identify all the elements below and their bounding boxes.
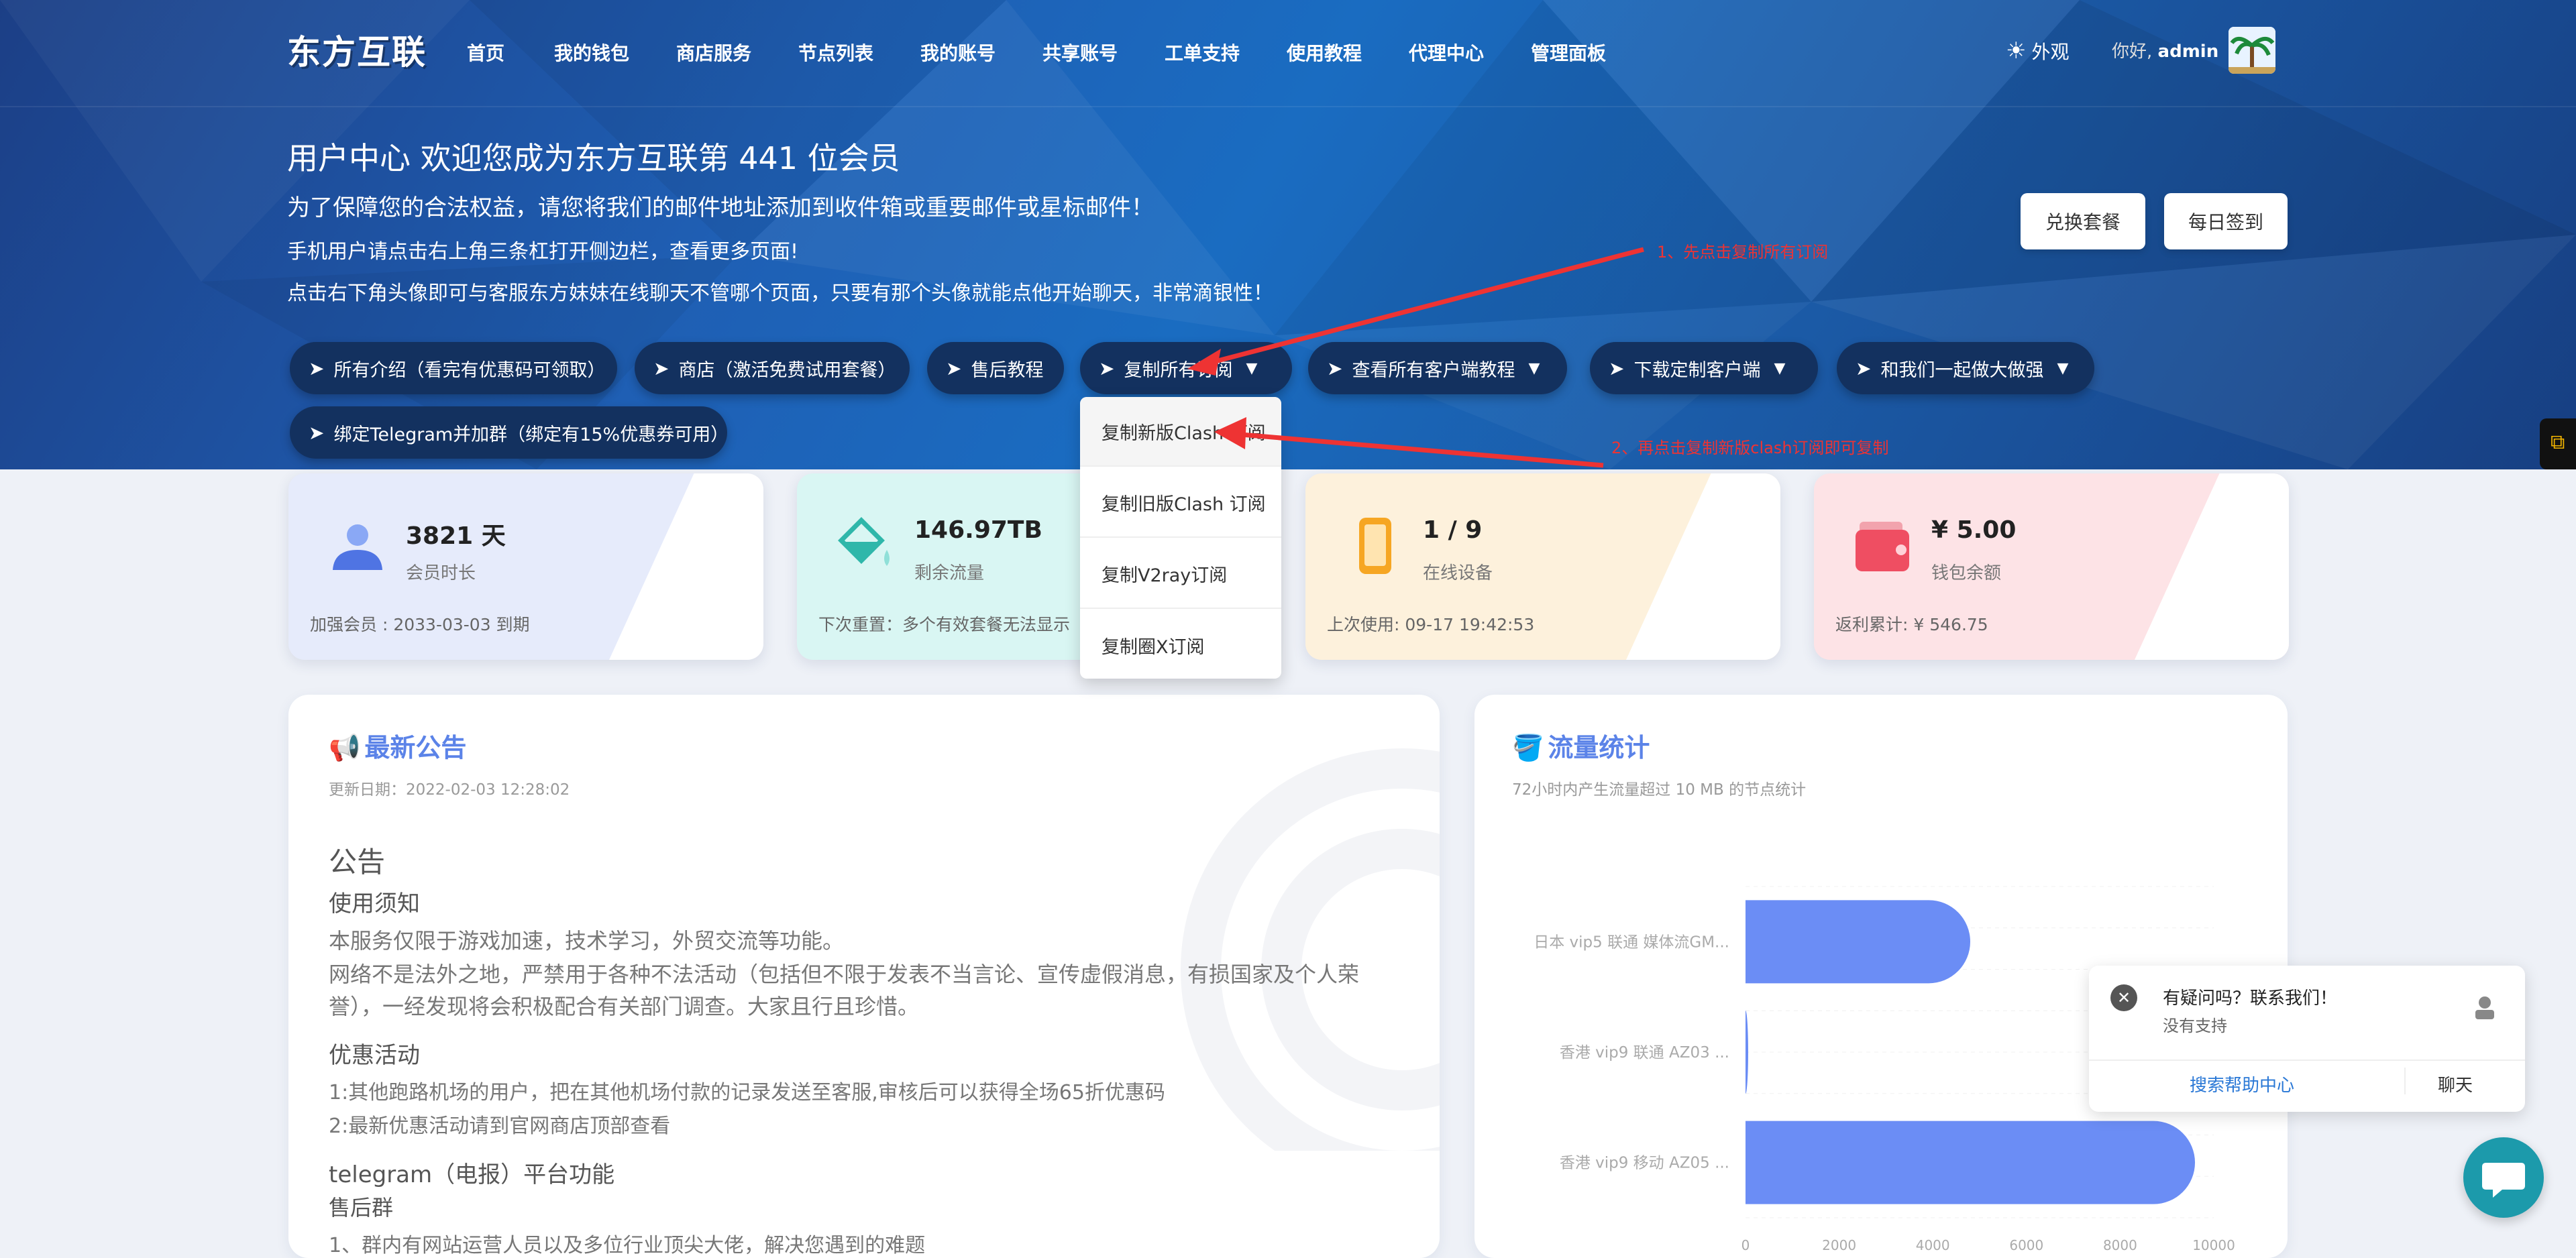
promo-line-2: 2:最新优惠活动请到官网商店顶部查看 <box>329 1114 671 1138</box>
instruction-note-1: 1、先点击复制所有订阅 <box>1657 243 1829 262</box>
copy-quanx-option[interactable]: 复制圈X订阅 <box>1080 610 1281 680</box>
wallet-value: ¥ 5.00 <box>1931 516 2017 544</box>
promo-line-1: 1:其他跑路机场的用户，把在其他机场付款的记录发送至客服,审核后可以获得全场65… <box>329 1081 1165 1104</box>
telegram-line: 1、群内有网站运营人员以及多位行业顶尖大佬，解决您遇到的难题 <box>329 1234 926 1257</box>
traffic-reset: 下次重置：多个有效套餐无法显示 <box>818 615 1071 634</box>
rules-heading: 使用须知 <box>329 891 420 917</box>
chart-category-label: 日本 vip5 联通 媒体流GM... <box>1534 933 1729 951</box>
membership-expiry: 加强会员 : 2033-03-03 到期 <box>310 615 530 634</box>
chart-x-tick: 2000 <box>1822 1237 1856 1253</box>
chart-x-tick: 0 <box>1741 1237 1750 1253</box>
chat-widget: ✕ 有疑问吗？联系我们！ 没有支持 搜索帮助中心 聊天 <box>2089 966 2525 1112</box>
close-icon[interactable]: ✕ <box>2110 984 2137 1011</box>
announcement-title: 📢 最新公告 <box>329 727 466 764</box>
instruction-arrows <box>1187 247 1644 468</box>
chart-category-label: 香港 vip9 联通 AZ03 ... <box>1560 1044 1729 1062</box>
announcement-title-text: 最新公告 <box>364 733 467 762</box>
panel-watermark <box>1181 748 1440 1151</box>
chat-bubble-icon <box>2482 1163 2525 1198</box>
phone-icon <box>1359 518 1391 574</box>
chat-status: 没有支持 <box>2163 1017 2227 1035</box>
telegram-subheading: 售后群 <box>329 1195 394 1220</box>
wallet-icon <box>1856 522 1909 571</box>
megaphone-icon: 📢 <box>329 733 361 762</box>
membership-label: 会员时长 <box>406 563 476 583</box>
bucket-drop-icon <box>838 517 890 566</box>
traffic-label: 剩余流量 <box>914 563 985 583</box>
agent-avatar-icon <box>2475 996 2494 1019</box>
chart-x-tick: 8000 <box>2103 1237 2137 1253</box>
paint-bucket-icon: 🪣 <box>1512 733 1544 762</box>
wallet-rebate: 返利累计: ¥ 546.75 <box>1835 615 1988 634</box>
devices-last-used: 上次使用: 09-17 19:42:53 <box>1327 615 1535 634</box>
announcement-date: 更新日期：2022-02-03 12:28:02 <box>329 781 570 799</box>
chart-bar[interactable] <box>1746 1121 2196 1204</box>
chat-talk-button[interactable]: 聊天 <box>2438 1072 2473 1096</box>
devices-value: 1 / 9 <box>1423 516 1483 544</box>
wallet-label: 钱包余额 <box>1931 563 2002 583</box>
chart-x-tick: 4000 <box>1916 1237 1950 1253</box>
chat-divider <box>2089 1060 2525 1061</box>
rule-line-2a: 网络不是法外之地，严禁用于各种不法活动（包括但不限于发表不当言论、宣传虚假消息，… <box>329 962 1360 987</box>
announcement-panel: 📢 最新公告 更新日期：2022-02-03 12:28:02 公告 使用须知 本… <box>288 695 1440 1258</box>
user-icon <box>333 524 382 570</box>
instruction-note-2: 2、再点击复制新版clash订阅即可复制 <box>1611 439 1889 457</box>
chart-x-tick: 10000 <box>2192 1237 2235 1253</box>
announcement-heading: 公告 <box>329 846 386 878</box>
chart-bar[interactable] <box>1746 900 1971 984</box>
traffic-subtitle: 72小时内产生流量超过 10 MB 的节点统计 <box>1512 781 1807 799</box>
traffic-title-text: 流量统计 <box>1548 733 1650 762</box>
rule-line-1: 本服务仅限于游戏加速，技术学习，外贸交流等功能。 <box>329 928 845 954</box>
copy-v2ray-option[interactable]: 复制V2ray订阅 <box>1080 539 1281 609</box>
chart-x-tick: 6000 <box>2009 1237 2043 1253</box>
traffic-value: 146.97TB <box>914 516 1042 544</box>
chart-bar[interactable] <box>1746 1011 1748 1094</box>
chart-category-label: 香港 vip9 移动 AZ05 ... <box>1560 1155 1729 1172</box>
telegram-heading: telegram（电报）平台功能 <box>329 1161 615 1188</box>
chat-divider-vertical <box>2404 1068 2406 1094</box>
traffic-title: 🪣 流量统计 <box>1512 727 1650 764</box>
membership-value: 3821 天 <box>406 522 506 550</box>
devices-label: 在线设备 <box>1423 563 1493 583</box>
search-help-center-link[interactable]: 搜索帮助中心 <box>2190 1072 2294 1096</box>
rule-line-2b: 誉），一经发现将会积极配合有关部门调查。大家且行且珍惜。 <box>329 994 920 1019</box>
chat-title: 有疑问吗？联系我们！ <box>2163 988 2338 1009</box>
chat-launcher-button[interactable] <box>2463 1137 2544 1218</box>
promo-heading: 优惠活动 <box>329 1042 420 1069</box>
